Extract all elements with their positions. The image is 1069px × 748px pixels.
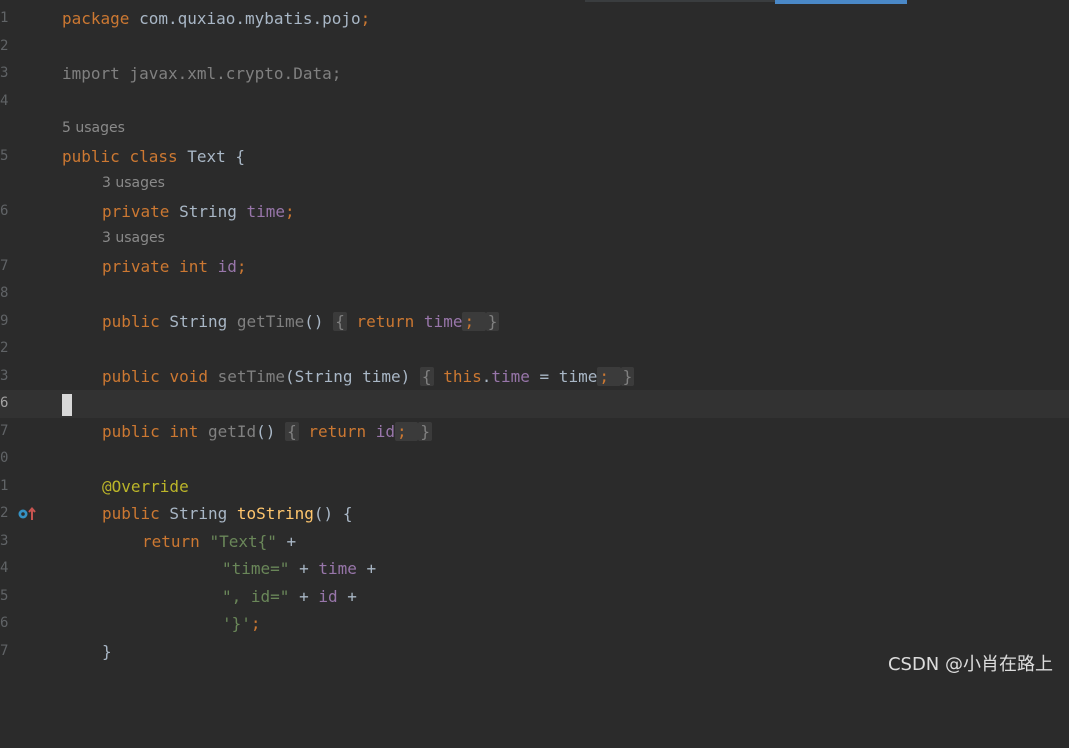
line-number: 5 bbox=[0, 587, 9, 604]
code-line: 4 "time=" + time + bbox=[0, 555, 1069, 583]
line-number: 2 bbox=[0, 37, 9, 54]
code-line: 2 bbox=[0, 335, 1069, 363]
line-number: 6 bbox=[0, 395, 9, 411]
code-line: 2 bbox=[0, 33, 1069, 61]
line-number: 2 bbox=[0, 340, 9, 356]
code-editor[interactable]: 1 package com.quxiao.mybatis.pojo; 2 3 i… bbox=[0, 5, 1069, 665]
tab-separator bbox=[585, 0, 775, 2]
folded-region[interactable]: { bbox=[419, 366, 434, 386]
code-line: 5 public class Text { bbox=[0, 143, 1069, 171]
usages-hint[interactable]: 3 usages bbox=[102, 225, 165, 253]
line-number: 8 bbox=[0, 285, 9, 301]
line-number: 9 bbox=[0, 312, 9, 329]
line-number: 3 bbox=[0, 65, 9, 81]
line-number: 3 bbox=[0, 367, 9, 384]
folded-region[interactable]: } bbox=[620, 366, 635, 386]
folded-region[interactable]: ; bbox=[597, 366, 621, 386]
code-line: 1 package com.quxiao.mybatis.pojo; bbox=[0, 5, 1069, 33]
code-line: 4 bbox=[0, 88, 1069, 116]
line-number: 7 bbox=[0, 257, 9, 274]
usages-hint[interactable]: 5 usages bbox=[62, 115, 125, 143]
closing-brace: } bbox=[102, 641, 112, 661]
code-line: 8 bbox=[0, 280, 1069, 308]
line-number: 1 bbox=[0, 10, 9, 26]
code-text: '}'; bbox=[222, 614, 261, 633]
usages-hint-line: 3 usages bbox=[0, 225, 1069, 253]
folded-region[interactable]: { bbox=[333, 311, 347, 331]
line-number: 4 bbox=[0, 92, 9, 109]
current-line: 6 bbox=[0, 390, 1069, 418]
code-text: public String getTime() { return time; } bbox=[102, 311, 500, 331]
code-line: 6 private String time; bbox=[0, 198, 1069, 226]
code-line: 7 private int id; bbox=[0, 253, 1069, 281]
active-tab-indicator[interactable] bbox=[775, 0, 907, 4]
code-line: 6 '}'; bbox=[0, 610, 1069, 638]
line-number: 1 bbox=[0, 477, 9, 494]
code-text: "time=" + time + bbox=[222, 559, 377, 578]
line-number: 5 bbox=[0, 147, 9, 164]
line-number: 0 bbox=[0, 450, 9, 466]
code-text: public int getId() { return id; } bbox=[102, 421, 432, 441]
text-cursor-container bbox=[62, 390, 72, 418]
code-text: ", id=" + id + bbox=[222, 586, 357, 606]
code-line: 7 public int getId() { return id; } bbox=[0, 418, 1069, 446]
folded-region[interactable]: { bbox=[285, 421, 299, 441]
override-annotation: @Override bbox=[102, 476, 189, 496]
code-line: 3 import javax.xml.crypto.Data; bbox=[0, 60, 1069, 88]
line-number: 7 bbox=[0, 642, 9, 659]
text-cursor bbox=[62, 393, 72, 416]
code-text: public class Text { bbox=[62, 146, 246, 166]
usages-hint-line: 3 usages bbox=[0, 170, 1069, 198]
code-line: 3 return "Text{" + bbox=[0, 528, 1069, 556]
line-number: 6 bbox=[0, 615, 9, 631]
folded-region[interactable]: ; bbox=[462, 311, 486, 331]
line-number: 3 bbox=[0, 532, 9, 549]
folded-region[interactable]: } bbox=[418, 421, 432, 441]
code-text: package com.quxiao.mybatis.pojo; bbox=[62, 9, 371, 28]
code-line: 5 ", id=" + id + bbox=[0, 583, 1069, 611]
code-text: public void setTime(String time) { this.… bbox=[102, 366, 635, 386]
line-number: 2 bbox=[0, 505, 9, 521]
csdn-watermark: CSDN @小肖在路上 bbox=[887, 654, 1053, 675]
usages-hint-line: 5 usages bbox=[0, 115, 1069, 143]
code-text: public String toString() { bbox=[102, 504, 353, 523]
line-number: 4 bbox=[0, 560, 9, 576]
code-text: return "Text{" + bbox=[142, 531, 297, 551]
override-method-icon[interactable] bbox=[17, 506, 37, 522]
line-number: 6 bbox=[0, 202, 9, 219]
code-line: 9 public String getTime() { return time;… bbox=[0, 308, 1069, 336]
line-number: 7 bbox=[0, 422, 9, 439]
code-text: private String time; bbox=[102, 201, 295, 221]
code-text: private int id; bbox=[102, 256, 247, 276]
code-line: 2 public String toString() { bbox=[0, 500, 1069, 528]
folded-region[interactable]: ; bbox=[395, 421, 419, 441]
code-line: 0 bbox=[0, 445, 1069, 473]
import-statement: import javax.xml.crypto.Data; bbox=[62, 64, 342, 83]
usages-hint[interactable]: 3 usages bbox=[102, 170, 165, 198]
folded-region[interactable]: } bbox=[485, 311, 500, 331]
code-line: 1 @Override bbox=[0, 473, 1069, 501]
code-line: 3 public void setTime(String time) { thi… bbox=[0, 363, 1069, 391]
editor-tab-strip bbox=[0, 0, 1069, 4]
